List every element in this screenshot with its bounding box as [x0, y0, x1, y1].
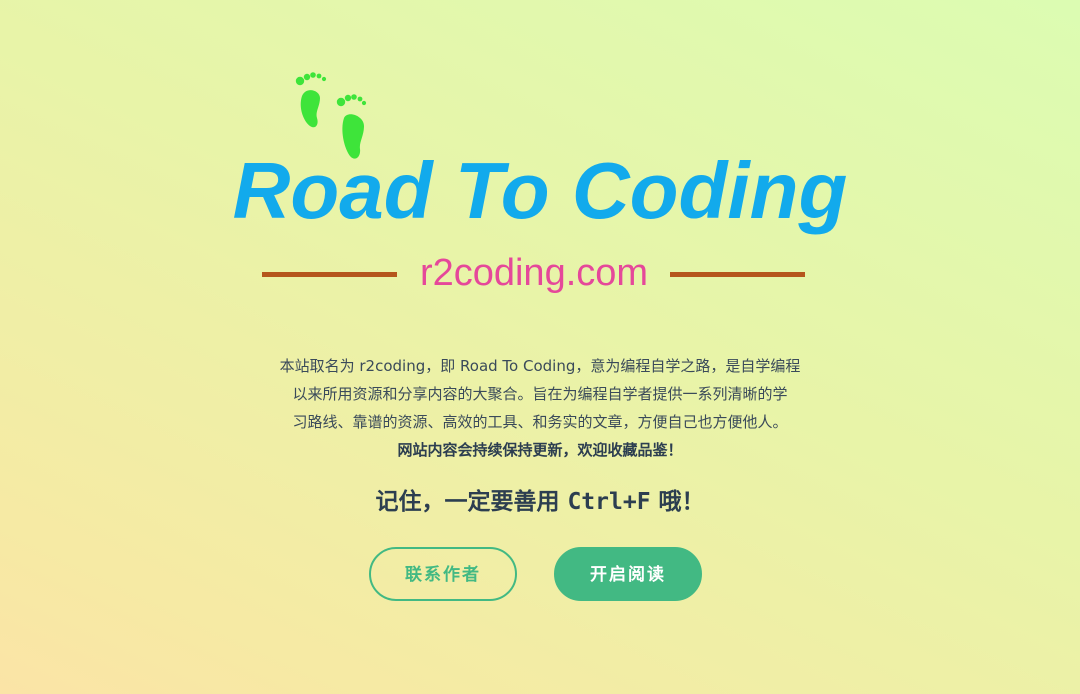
start-reading-button[interactable]: 开启阅读	[554, 547, 702, 601]
tip-shortcut: Ctrl+F	[567, 489, 651, 515]
site-logo: Road To Coding r2coding.com	[210, 60, 870, 305]
description-line: 本站取名为 r2coding，即 Road To Coding，意为编程自学之路…	[279, 357, 801, 375]
description-line: 习路线、靠谱的资源、高效的工具、和务实的文章，方便自己也方便他人。	[292, 413, 788, 431]
hero-section: Road To Coding r2coding.com 本站取名为 r2codi…	[0, 0, 1080, 694]
logo-divider-left	[262, 272, 397, 277]
contact-author-button[interactable]: 联系作者	[369, 547, 517, 601]
ctrl-f-tip: 记住，一定要善用 Ctrl+F 哦！	[0, 484, 1080, 520]
logo-title: Road To Coding	[232, 146, 848, 235]
description-line: 以来所用资源和分享内容的大聚合。旨在为编程自学者提供一系列清晰的学	[292, 385, 788, 403]
site-description: 本站取名为 r2coding，即 Road To Coding，意为编程自学之路…	[260, 352, 820, 464]
tip-text-before: 记住，一定要善用	[375, 489, 568, 515]
logo-divider-right	[670, 272, 805, 277]
description-update-note: 网站内容会持续保持更新，欢迎收藏品鉴！	[397, 441, 683, 459]
logo-domain: r2coding.com	[419, 252, 649, 294]
tip-text-after: 哦！	[650, 489, 705, 515]
